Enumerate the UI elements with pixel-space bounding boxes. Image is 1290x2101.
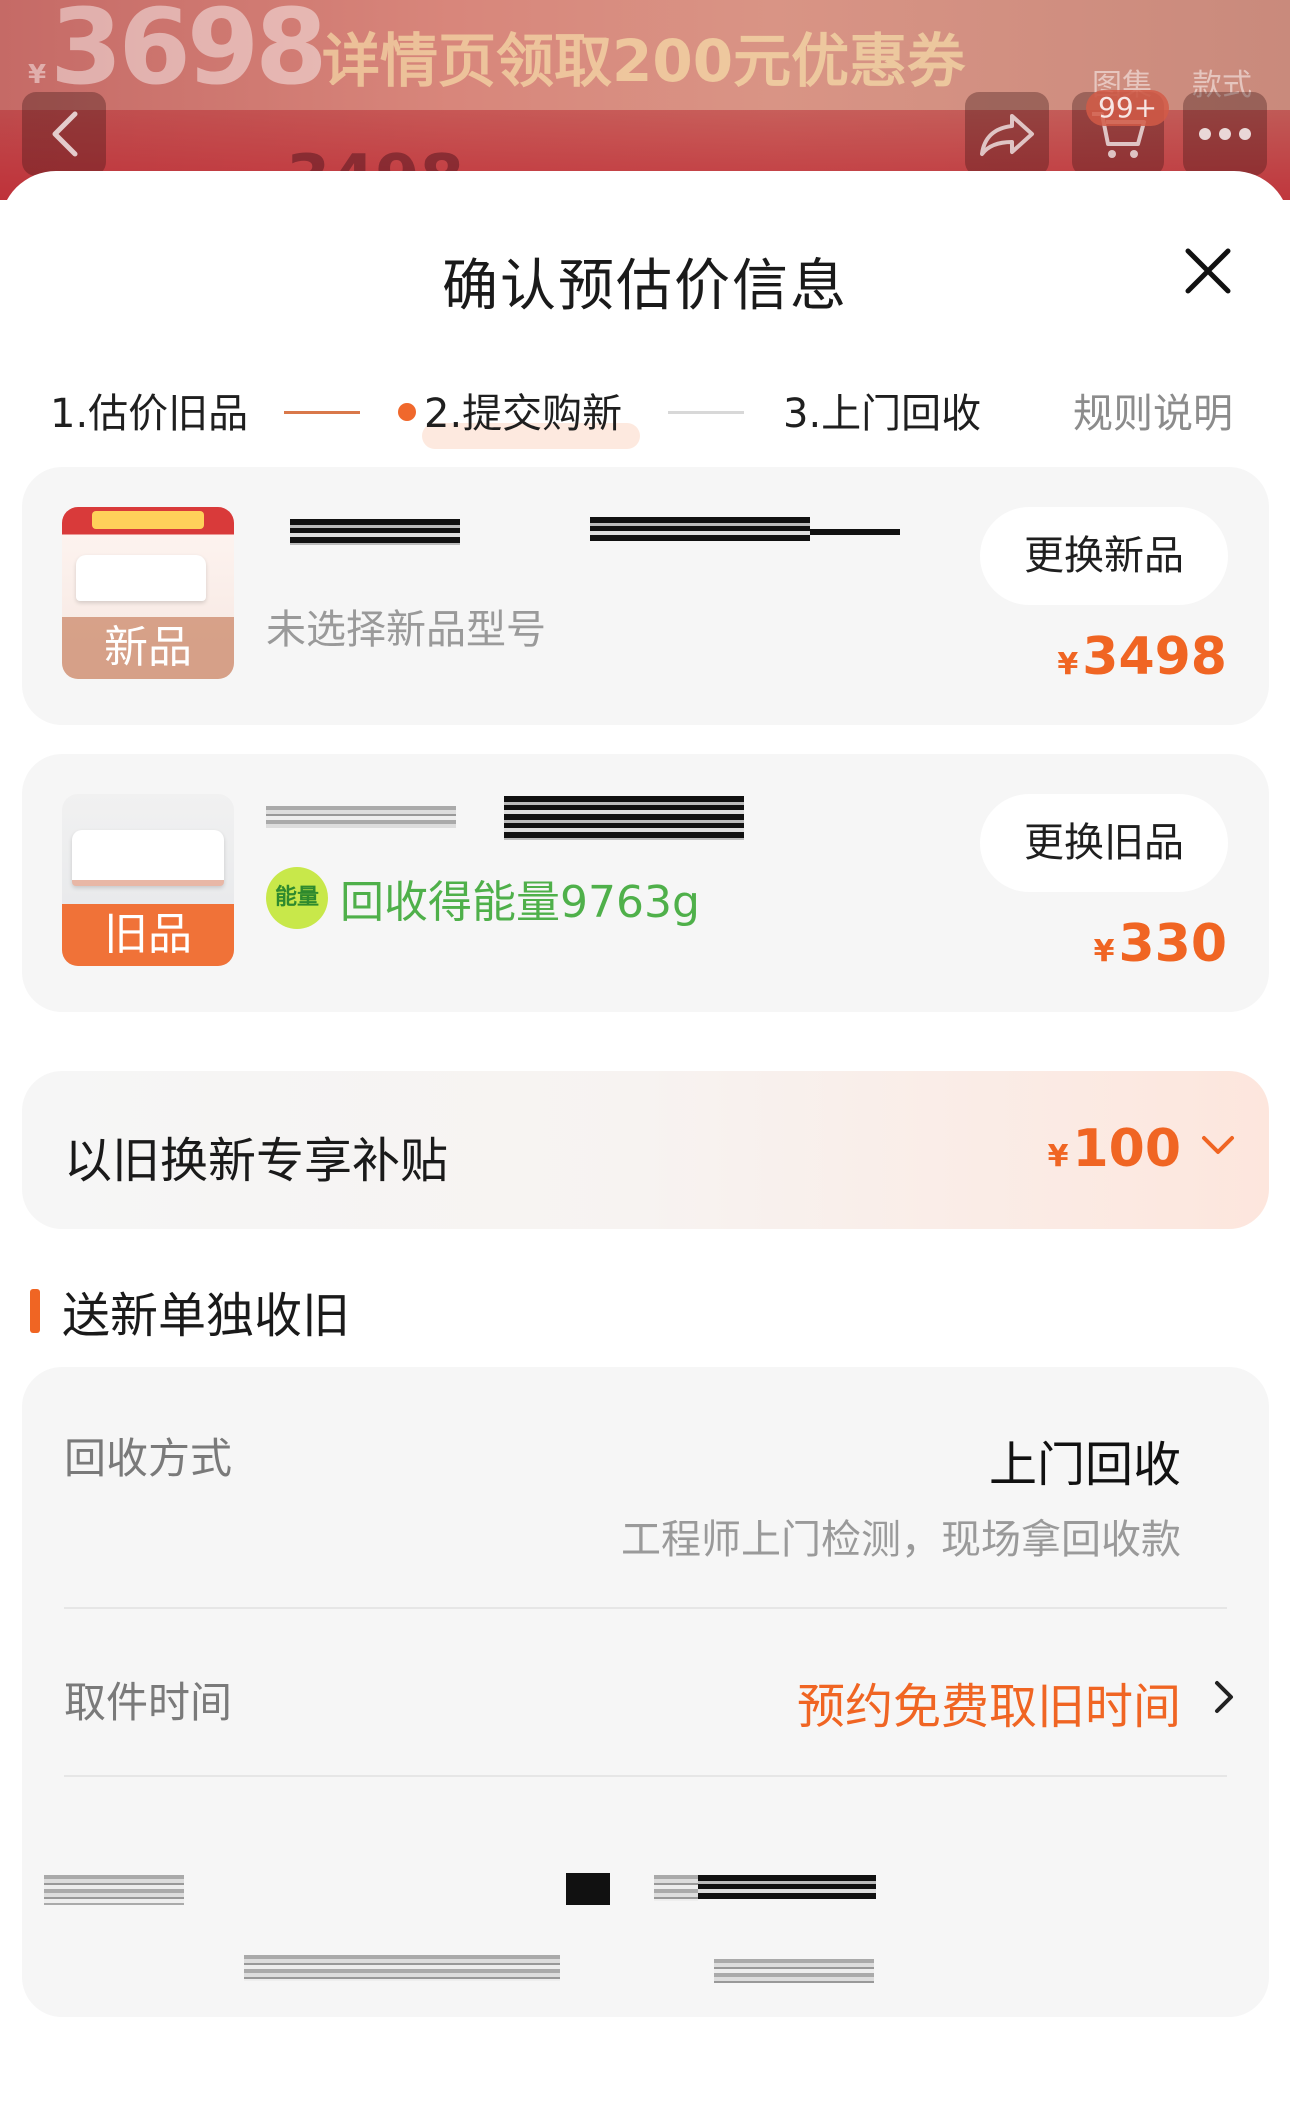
trade-in-subsidy-row[interactable]: 以旧换新专享补贴 ¥100 [22,1071,1269,1229]
energy-reward-text: 回收得能量9763g [340,877,700,928]
divider [64,1607,1227,1609]
redacted-product-name [810,529,900,535]
step-estimate-old: 1.估价旧品 [50,391,249,437]
new-item-thumbnail: 新品 [62,507,234,679]
redacted-info [654,1875,698,1901]
air-conditioner-image [72,830,224,886]
redacted-product-name [590,517,810,541]
change-old-item-button[interactable]: 更换旧品 [980,794,1228,892]
chevron-left-icon [52,111,78,157]
progress-steps: 1.估价旧品 2.提交购新 3.上门回收 规则说明 [0,381,1290,461]
rules-link[interactable]: 规则说明 [1073,381,1233,439]
energy-reward: 能量 回收得能量9763g [266,866,700,930]
redacted-info [244,1955,560,1981]
sheet-title: 确认预估价信息 [442,254,848,319]
chevron-down-icon [1202,1136,1234,1154]
new-item-tag: 新品 [62,617,234,679]
cart-button[interactable]: 99+ [1072,90,1170,176]
old-item-tag: 旧品 [62,904,234,966]
share-button[interactable] [965,92,1049,176]
subsidy-label: 以旧换新专享补贴 [64,1133,449,1189]
step-connector [668,411,744,414]
redacted-info [698,1875,876,1899]
active-step-dot [398,403,416,421]
new-item-price: ¥3498 [1057,627,1227,687]
step-connector [284,411,360,414]
pickup-time-label: 取件时间 [64,1678,233,1727]
share-icon [980,114,1034,156]
back-button[interactable] [22,92,106,176]
chevron-right-icon[interactable] [1213,1679,1235,1715]
divider [64,1775,1227,1777]
redacted-info [44,1875,184,1905]
close-icon [1185,248,1231,294]
energy-icon: 能量 [266,867,328,929]
section-title: 送新单独收旧 [62,1288,351,1344]
step-submit-new: 2.提交购新 [398,381,622,439]
recycle-method-value: 上门回收 [988,1437,1181,1493]
old-item-price: ¥330 [1093,914,1227,974]
old-item-thumbnail: 旧品 [62,794,234,966]
section-accent-bar [30,1289,40,1333]
air-conditioner-image [76,555,206,601]
more-button[interactable] [1183,92,1267,176]
redacted-product-name [266,806,456,828]
new-item-card: 新品 未选择新品型号 更换新品 ¥3498 [22,467,1269,725]
more-icon [1199,128,1251,140]
background-coupon-banner: 详情页领取200元优惠券 [322,27,966,95]
change-new-item-button[interactable]: 更换新品 [980,507,1228,605]
old-item-card: 旧品 能量 回收得能量9763g 更换旧品 ¥330 [22,754,1269,1012]
recycle-method-label: 回收方式 [64,1434,233,1483]
redacted-product-name [504,796,744,840]
pickup-time-selector[interactable]: 预约免费取旧时间 [797,1667,1181,1737]
recycle-method-description: 工程师上门检测，现场拿回收款 [621,1517,1181,1563]
estimate-confirm-sheet: 确认预估价信息 1.估价旧品 2.提交购新 3.上门回收 规则说明 新品 未选择… [0,171,1290,2101]
new-item-subtitle: 未选择新品型号 [266,607,546,653]
step-pickup: 3.上门回收 [783,391,982,437]
section-heading: 送新单独收旧 [30,1281,350,1344]
redacted-product-name [290,519,460,545]
recycle-info-card: 回收方式 上门回收 工程师上门检测，现场拿回收款 取件时间 预约免费取旧时间 [22,1367,1269,2017]
thumbnail-promo-bar [92,511,204,529]
close-button[interactable] [1180,243,1236,299]
subsidy-amount: ¥100 [1047,1119,1181,1179]
cart-badge: 99+ [1086,90,1170,126]
redacted-info [566,1873,610,1905]
redacted-info [714,1959,874,1983]
